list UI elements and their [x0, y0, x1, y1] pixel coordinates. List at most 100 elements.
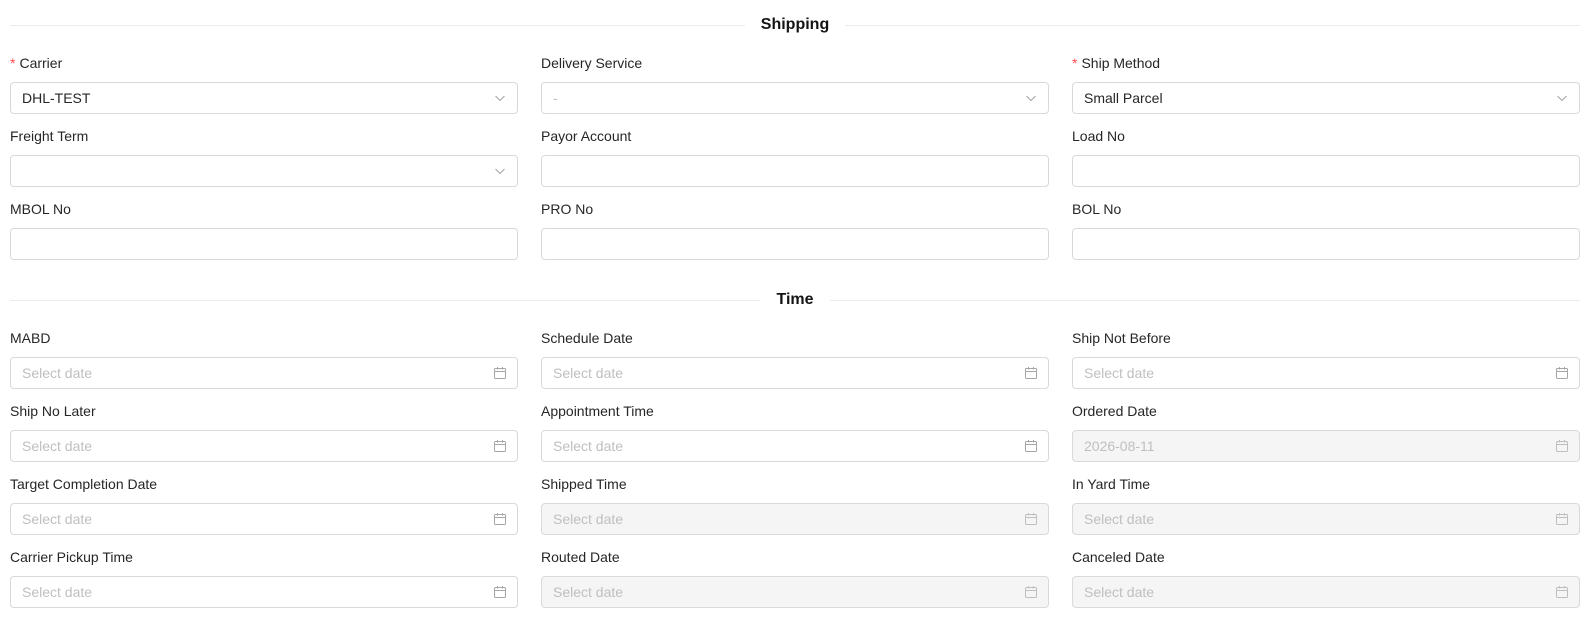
- mbol-no-input[interactable]: [10, 228, 518, 260]
- pro-no-label: PRO No: [541, 201, 594, 217]
- calendar-icon: [1024, 366, 1038, 380]
- time-section-header: Time: [10, 288, 1580, 312]
- routed-date-label: Routed Date: [541, 549, 620, 565]
- payor-account-input[interactable]: [541, 155, 1049, 187]
- carrier-pickup-time-field: Carrier Pickup Time Select date: [10, 545, 518, 618]
- calendar-icon: [493, 585, 507, 599]
- date-placeholder: Select date: [1084, 365, 1155, 381]
- target-completion-date-field: Target Completion Date Select date: [10, 472, 518, 545]
- calendar-icon: [1555, 512, 1569, 526]
- schedule-date-field: Schedule Date Select date: [541, 326, 1049, 399]
- ship-not-before-label: Ship Not Before: [1072, 330, 1171, 346]
- calendar-icon: [1024, 512, 1038, 526]
- shipped-time-label: Shipped Time: [541, 476, 627, 492]
- carrier-select[interactable]: DHL-TEST: [10, 82, 518, 114]
- in-yard-time-date-picker: Select date: [1072, 503, 1580, 535]
- bol-no-input[interactable]: [1072, 228, 1580, 260]
- delivery-service-select[interactable]: -: [541, 82, 1049, 114]
- calendar-icon: [1555, 585, 1569, 599]
- load-no-input[interactable]: [1072, 155, 1580, 187]
- ship-not-before-date-picker[interactable]: Select date: [1072, 357, 1580, 389]
- divider-line: [829, 299, 1580, 301]
- payor-account-field: Payor Account: [541, 124, 1049, 197]
- mbol-no-field: MBOL No: [10, 197, 518, 270]
- canceled-date-field: Canceled Date Select date: [1072, 545, 1580, 618]
- chevron-down-icon: [493, 91, 507, 105]
- bol-no-label: BOL No: [1072, 201, 1122, 217]
- divider-line: [10, 24, 745, 26]
- delivery-service-select-value: -: [553, 90, 558, 106]
- delivery-service-label: Delivery Service: [541, 55, 643, 71]
- shipping-section-title: Shipping: [760, 16, 830, 33]
- target-completion-date-picker[interactable]: Select date: [10, 503, 518, 535]
- appointment-time-field: Appointment Time Select date: [541, 399, 1049, 472]
- time-section-title: Time: [776, 291, 814, 308]
- calendar-icon: [1555, 439, 1569, 453]
- delivery-service-field: Delivery Service -: [541, 51, 1049, 124]
- mabd-date-picker[interactable]: Select date: [10, 357, 518, 389]
- date-placeholder: Select date: [22, 365, 93, 381]
- time-form: MABD Select date Schedule Date Select da…: [10, 326, 1580, 618]
- freight-term-label: Freight Term: [10, 128, 89, 144]
- schedule-date-picker[interactable]: Select date: [541, 357, 1049, 389]
- date-placeholder: Select date: [553, 365, 624, 381]
- date-placeholder: Select date: [22, 511, 93, 527]
- schedule-date-label: Schedule Date: [541, 330, 633, 346]
- shipping-section-header: Shipping: [10, 13, 1580, 37]
- target-completion-date-label: Target Completion Date: [10, 476, 158, 492]
- date-placeholder: Select date: [22, 584, 93, 600]
- appointment-time-date-picker[interactable]: Select date: [541, 430, 1049, 462]
- mabd-field: MABD Select date: [10, 326, 518, 399]
- ordered-date-value: 2026-08-11: [1084, 438, 1155, 454]
- carrier-field: * Carrier DHL-TEST: [10, 51, 518, 124]
- calendar-icon: [493, 512, 507, 526]
- calendar-icon: [1555, 366, 1569, 380]
- required-mark: *: [1072, 55, 1078, 71]
- routed-date-date-picker: Select date: [541, 576, 1049, 608]
- shipping-form: * Carrier DHL-TEST Delivery Service - * Sh…: [10, 51, 1580, 270]
- mabd-label: MABD: [10, 330, 51, 346]
- ship-no-later-date-picker[interactable]: Select date: [10, 430, 518, 462]
- required-mark: *: [10, 55, 16, 71]
- calendar-icon: [1024, 439, 1038, 453]
- pro-no-field: PRO No: [541, 197, 1049, 270]
- ship-method-field: * Ship Method Small Parcel: [1072, 51, 1580, 124]
- date-placeholder: Select date: [1084, 511, 1155, 527]
- pro-no-input[interactable]: [541, 228, 1049, 260]
- in-yard-time-label: In Yard Time: [1072, 476, 1151, 492]
- carrier-pickup-time-label: Carrier Pickup Time: [10, 549, 133, 565]
- shipped-time-field: Shipped Time Select date: [541, 472, 1049, 545]
- routed-date-field: Routed Date Select date: [541, 545, 1049, 618]
- bol-no-field: BOL No: [1072, 197, 1580, 270]
- ship-method-select-value: Small Parcel: [1084, 90, 1163, 106]
- appointment-time-label: Appointment Time: [541, 403, 654, 419]
- ordered-date-field: Ordered Date 2026-08-11: [1072, 399, 1580, 472]
- ship-no-later-label: Ship No Later: [10, 403, 96, 419]
- date-placeholder: Select date: [553, 584, 624, 600]
- load-no-field: Load No: [1072, 124, 1580, 197]
- shipped-time-date-picker: Select date: [541, 503, 1049, 535]
- carrier-pickup-time-date-picker[interactable]: Select date: [10, 576, 518, 608]
- in-yard-time-field: In Yard Time Select date: [1072, 472, 1580, 545]
- ship-no-later-field: Ship No Later Select date: [10, 399, 518, 472]
- chevron-down-icon: [493, 164, 507, 178]
- canceled-date-date-picker: Select date: [1072, 576, 1580, 608]
- chevron-down-icon: [1555, 91, 1569, 105]
- carrier-label: * Carrier: [10, 55, 63, 71]
- ship-method-select[interactable]: Small Parcel: [1072, 82, 1580, 114]
- ordered-date-label: Ordered Date: [1072, 403, 1157, 419]
- chevron-down-icon: [1024, 91, 1038, 105]
- ordered-date-date-picker: 2026-08-11: [1072, 430, 1580, 462]
- calendar-icon: [493, 366, 507, 380]
- date-placeholder: Select date: [553, 511, 624, 527]
- calendar-icon: [1024, 585, 1038, 599]
- mbol-no-label: MBOL No: [10, 201, 71, 217]
- payor-account-label: Payor Account: [541, 128, 632, 144]
- date-placeholder: Select date: [553, 438, 624, 454]
- freight-term-select[interactable]: [10, 155, 518, 187]
- canceled-date-label: Canceled Date: [1072, 549, 1165, 565]
- ship-method-label: * Ship Method: [1072, 55, 1161, 71]
- carrier-select-value: DHL-TEST: [22, 90, 91, 106]
- divider-line: [10, 299, 761, 301]
- freight-term-field: Freight Term: [10, 124, 518, 197]
